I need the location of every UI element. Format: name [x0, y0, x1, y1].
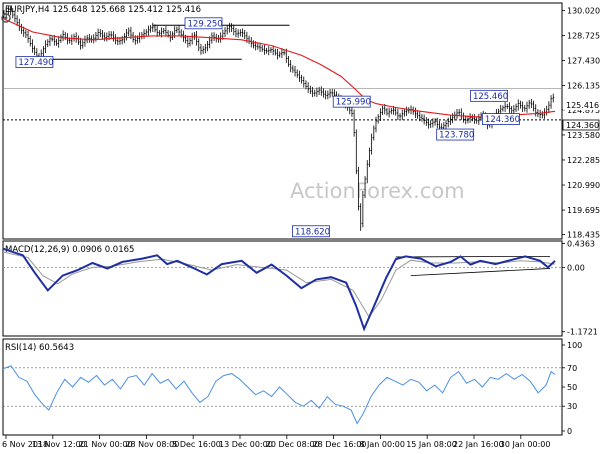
price-annotation-label-5: 123.780 [439, 131, 474, 141]
time-tick-label-5: 13 Dec 00:00 [219, 440, 273, 449]
price-annotation-label-2: 125.990 [336, 98, 371, 108]
macd-panel: MACD(12,26,9) 0.0906 0.0165 0.4363 0.00 -1… [2, 239, 598, 337]
macd-y-tick-label-2: -1.1721 [567, 328, 598, 337]
price-y-tick-label-8: 119.695 [567, 206, 600, 215]
price-annotation-label-0: 127.490 [18, 58, 53, 68]
price-annotation-label-4: 124.360 [485, 115, 520, 125]
macd-y-axis: 0.4363 0.00 -1.1721 [562, 239, 598, 337]
macd-main-line [2, 247, 556, 332]
time-tick-label-10: 22 Jan 16:00 [453, 440, 504, 449]
price-y-tick-label-5: 123.580 [567, 131, 600, 140]
macd-signal-line [2, 251, 556, 318]
time-tick-label-7: 28 Dec 16:00 [313, 440, 367, 449]
rsi-value-line [2, 365, 556, 425]
macd-trendline-1 [410, 268, 551, 276]
rsi-y-tick-label-2: 50 [567, 383, 577, 392]
macd-y-tick-label-0: 0.4363 [567, 239, 595, 248]
rsi-panel: RSI(14) 60.5643 100 70 50 30 0 [2, 338, 582, 436]
rsi-y-tick-label-1: 70 [567, 364, 577, 373]
time-axis: 6 Nov 201813 Nov 12:0021 Nov 00:0028 Nov… [2, 435, 550, 449]
time-tick-label-8: 8 Jan 00:00 [359, 440, 405, 449]
rsi-panel-header: RSI(14) 60.5643 [5, 343, 74, 353]
price-sma [2, 17, 556, 118]
time-tick-label-9: 15 Jan 08:00 [406, 440, 457, 449]
rsi-y-axis: 100 70 50 30 0 [562, 341, 582, 436]
rsi-y-tick-label-3: 30 [567, 402, 577, 411]
rsi-line [2, 365, 556, 425]
price-panel-header: EURJPY,H4 125.648 125.668 125.412 125.41… [5, 5, 201, 15]
macd-y-tick-label-1: 0.00 [567, 263, 585, 272]
macd-signal [2, 251, 556, 318]
price-annotation-label-6: 118.620 [295, 227, 330, 237]
rsi-level-lines [3, 367, 562, 407]
macd-panel-frame [2, 240, 563, 337]
price-annotation-label-3: 125.460 [473, 92, 508, 102]
macd-panel-header: MACD(12,26,9) 0.0906 0.0165 [5, 245, 134, 255]
rsi-panel-frame [2, 338, 563, 436]
price-y-tick-label-2: 127.430 [567, 56, 600, 65]
rsi-y-tick-label-4: 0 [567, 427, 572, 436]
chart-stage: EURJPY,H4 125.648 125.668 125.412 125.41… [0, 0, 600, 450]
time-tick-label-6: 20 Dec 08:00 [266, 440, 320, 449]
gear-icon-hub [4, 16, 8, 20]
price-y-tick-label-7: 120.990 [567, 181, 600, 190]
price-y-tick-label-6: 122.285 [567, 156, 600, 165]
last-price-label: 125.416 [566, 101, 599, 110]
price-annotation-label-1: 129.250 [188, 19, 223, 29]
time-tick-label-11: 30 Jan 00:00 [500, 440, 551, 449]
price-y-tick-label-9: 118.435 [567, 230, 600, 239]
price-y-tick-label-0: 130.020 [567, 6, 600, 15]
forex-chart: EURJPY,H4 125.648 125.668 125.412 125.41… [1, 2, 600, 449]
time-tick-label-4: 5 Dec 16:00 [172, 440, 221, 449]
price-panel: EURJPY,H4 125.648 125.668 125.412 125.41… [1, 2, 600, 240]
price-y-tick-label-1: 128.725 [567, 31, 600, 40]
last-price-marker: 125.416 [563, 100, 599, 110]
price-y-tick-label-3: 126.135 [567, 82, 600, 91]
watermark: ActionForex.com [290, 179, 465, 203]
macd-line [2, 247, 556, 332]
support-price-label: 124.360 [566, 121, 599, 130]
rsi-y-tick-label-0: 100 [567, 341, 582, 350]
moving-average-line [2, 17, 556, 118]
support-price-marker: 124.360 [562, 119, 600, 131]
